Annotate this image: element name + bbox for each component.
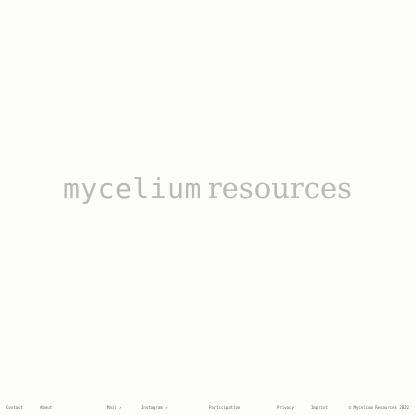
site-logo-wordmark: mycelium resources [0, 166, 415, 215]
footer-link-imprint[interactable]: Imprint [311, 405, 328, 410]
footer-link-instagram[interactable]: Instagram ↗ [141, 405, 168, 410]
footer-nav: Contact About Mail ↗ Instagram ↗ Partici… [0, 403, 415, 413]
wordmark-mycelium: mycelium [62, 172, 202, 205]
footer-link-contact[interactable]: Contact [6, 405, 23, 410]
footer-link-participation[interactable]: Participation [209, 405, 240, 410]
wordmark-resources: resources [207, 171, 353, 205]
footer-link-mail[interactable]: Mail ↗ [107, 405, 121, 410]
footer-link-privacy[interactable]: Privacy [277, 405, 294, 410]
copyright-text: © Mycelium Resources 2022 [348, 405, 409, 410]
footer-link-about[interactable]: About [40, 405, 52, 410]
